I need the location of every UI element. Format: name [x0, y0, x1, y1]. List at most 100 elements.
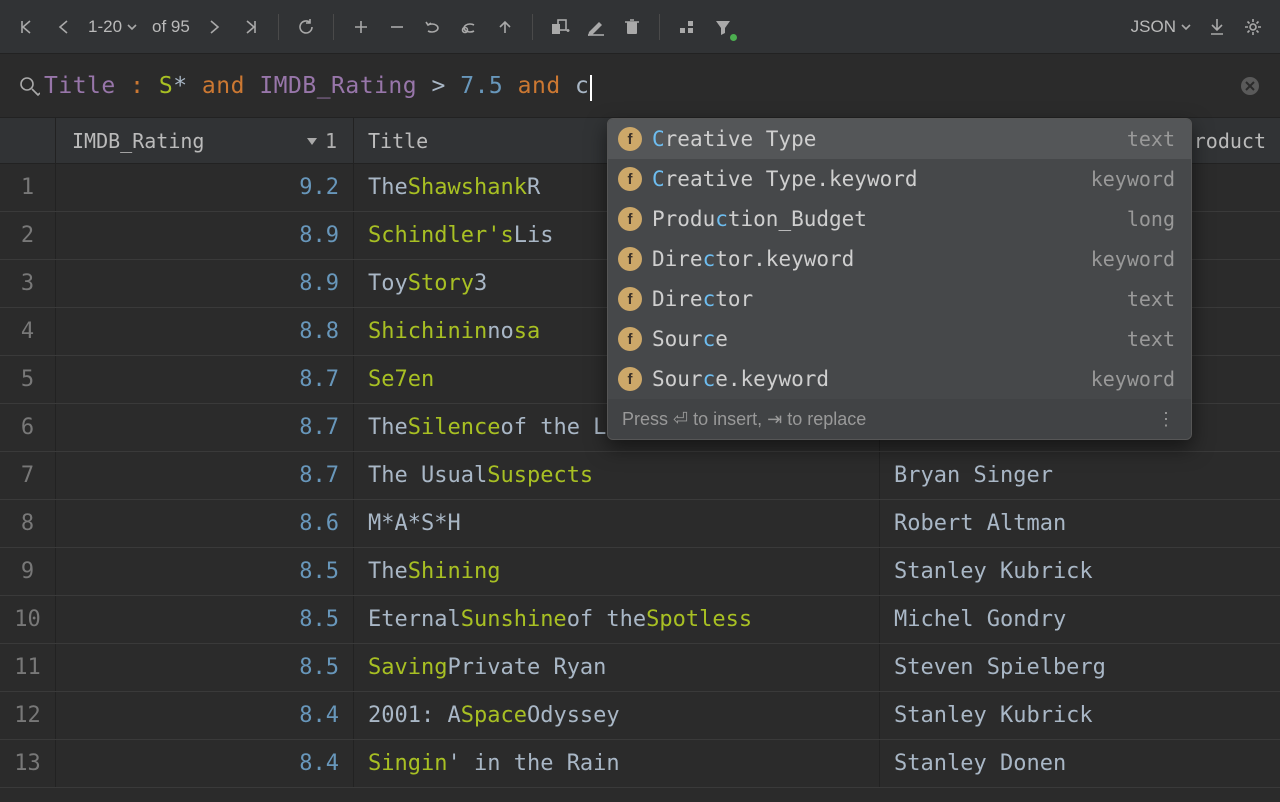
cell-director: Stanley Kubrick: [880, 692, 1280, 739]
table-row[interactable]: 138.4Singin' in the RainStanley Donen: [0, 740, 1280, 788]
autocomplete-item[interactable]: f Source.keyword keyword: [608, 359, 1191, 399]
clear-query-button[interactable]: [1238, 74, 1262, 98]
cell-title: M*A*S*H: [354, 500, 880, 547]
table-row[interactable]: 78.7The Usual SuspectsBryan Singer: [0, 452, 1280, 500]
autocomplete-item-type: text: [1127, 327, 1175, 351]
field-badge-icon: f: [618, 367, 642, 391]
cell-rating: 8.7: [56, 404, 354, 451]
table-row[interactable]: 98.5The ShiningStanley Kubrick: [0, 548, 1280, 596]
cell-title: Saving Private Ryan: [354, 644, 880, 691]
autocomplete-item-name: Production_Budget: [652, 207, 1117, 231]
row-number: 10: [0, 596, 56, 643]
row-number: 2: [0, 212, 56, 259]
undo-button[interactable]: [416, 10, 450, 44]
cell-rating: 8.6: [56, 500, 354, 547]
first-page-button[interactable]: [10, 10, 44, 44]
row-number-header: [0, 118, 56, 163]
filter-active-indicator: [730, 34, 737, 41]
autocomplete-item[interactable]: f Source text: [608, 319, 1191, 359]
cell-director: Stanley Donen: [880, 740, 1280, 787]
field-badge-icon: f: [618, 127, 642, 151]
autocomplete-item-name: Creative Type.keyword: [652, 167, 1081, 191]
last-page-button[interactable]: [234, 10, 268, 44]
download-button[interactable]: [1200, 10, 1234, 44]
cell-title: The Shining: [354, 548, 880, 595]
cell-rating: 8.8: [56, 308, 354, 355]
cell-rating: 8.4: [56, 692, 354, 739]
cell-rating: 8.5: [56, 644, 354, 691]
toolbar: 1-20 of 95 JSON: [0, 0, 1280, 54]
row-number: 11: [0, 644, 56, 691]
filter-button[interactable]: [706, 10, 740, 44]
query-bar: Title : S* and IMDB_Rating > 7.5 and c: [0, 54, 1280, 118]
page-range-dropdown[interactable]: 1-20: [82, 17, 144, 37]
add-row-button[interactable]: [344, 10, 378, 44]
prev-page-button[interactable]: [46, 10, 80, 44]
autocomplete-item-type: text: [1127, 287, 1175, 311]
autocomplete-item-type: keyword: [1091, 247, 1175, 271]
query-input[interactable]: Title : S* and IMDB_Rating > 7.5 and c: [44, 73, 1238, 99]
field-badge-icon: f: [618, 167, 642, 191]
row-number: 4: [0, 308, 56, 355]
autocomplete-footer: Press ⏎ to insert, ⇥ to replace ⋮: [608, 399, 1191, 439]
field-badge-icon: f: [618, 287, 642, 311]
table-row[interactable]: 128.42001: A Space OdysseyStanley Kubric…: [0, 692, 1280, 740]
cell-rating: 8.7: [56, 452, 354, 499]
sort-desc-icon: [305, 134, 319, 148]
row-number: 13: [0, 740, 56, 787]
total-rows-label: of 95: [146, 17, 196, 37]
remove-row-button[interactable]: [380, 10, 414, 44]
row-number: 9: [0, 548, 56, 595]
more-options-icon[interactable]: ⋮: [1157, 409, 1177, 430]
cell-director: Michel Gondry: [880, 596, 1280, 643]
page-range-label: 1-20: [88, 17, 122, 37]
autocomplete-item-name: Creative Type: [652, 127, 1117, 151]
field-badge-icon: f: [618, 207, 642, 231]
row-number: 3: [0, 260, 56, 307]
autocomplete-item-name: Director: [652, 287, 1117, 311]
compare-button[interactable]: [543, 10, 577, 44]
cell-rating: 8.5: [56, 596, 354, 643]
autocomplete-item-type: long: [1127, 207, 1175, 231]
edit-button[interactable]: [579, 10, 613, 44]
next-page-button[interactable]: [198, 10, 232, 44]
column-header-extra-label: roduct: [1194, 129, 1266, 153]
cell-rating: 8.7: [56, 356, 354, 403]
field-badge-icon: f: [618, 247, 642, 271]
cell-rating: 8.9: [56, 212, 354, 259]
refresh-button[interactable]: [289, 10, 323, 44]
table-row[interactable]: 108.5Eternal Sunshine of the SpotlessMic…: [0, 596, 1280, 644]
search-icon[interactable]: [14, 75, 44, 97]
format-label: JSON: [1131, 17, 1176, 37]
row-number: 12: [0, 692, 56, 739]
row-number: 6: [0, 404, 56, 451]
autocomplete-item[interactable]: f Creative Type text: [608, 119, 1191, 159]
autocomplete-item-type: text: [1127, 127, 1175, 151]
autocomplete-popup: f Creative Type text f Creative Type.keyword…: [607, 118, 1192, 440]
autocomplete-item[interactable]: f Production_Budget long: [608, 199, 1191, 239]
redo-preview-button[interactable]: [452, 10, 486, 44]
autocomplete-item[interactable]: fCreative Type.keywordkeyword: [608, 159, 1191, 199]
cell-rating: 8.5: [56, 548, 354, 595]
cell-director: Robert Altman: [880, 500, 1280, 547]
structure-button[interactable]: [670, 10, 704, 44]
format-dropdown[interactable]: JSON: [1125, 17, 1198, 37]
autocomplete-item[interactable]: fDirector.keywordkeyword: [608, 239, 1191, 279]
autocomplete-item[interactable]: f Director text: [608, 279, 1191, 319]
cell-director: Steven Spielberg: [880, 644, 1280, 691]
autocomplete-item-name: Source: [652, 327, 1117, 351]
delete-button[interactable]: [615, 10, 649, 44]
table-row[interactable]: 88.6M*A*S*HRobert Altman: [0, 500, 1280, 548]
cell-title: The Usual Suspects: [354, 452, 880, 499]
column-header-rating[interactable]: IMDB_Rating 1: [56, 118, 354, 163]
table-row[interactable]: 118.5Saving Private RyanSteven Spielberg: [0, 644, 1280, 692]
row-number: 1: [0, 164, 56, 211]
autocomplete-item-name: Source.keyword: [652, 367, 1081, 391]
commit-button[interactable]: [488, 10, 522, 44]
sort-index: 1: [325, 129, 337, 153]
column-header-title-label: Title: [368, 129, 428, 153]
autocomplete-item-type: keyword: [1091, 367, 1175, 391]
field-badge-icon: f: [618, 327, 642, 351]
settings-button[interactable]: [1236, 10, 1270, 44]
cell-rating: 8.4: [56, 740, 354, 787]
